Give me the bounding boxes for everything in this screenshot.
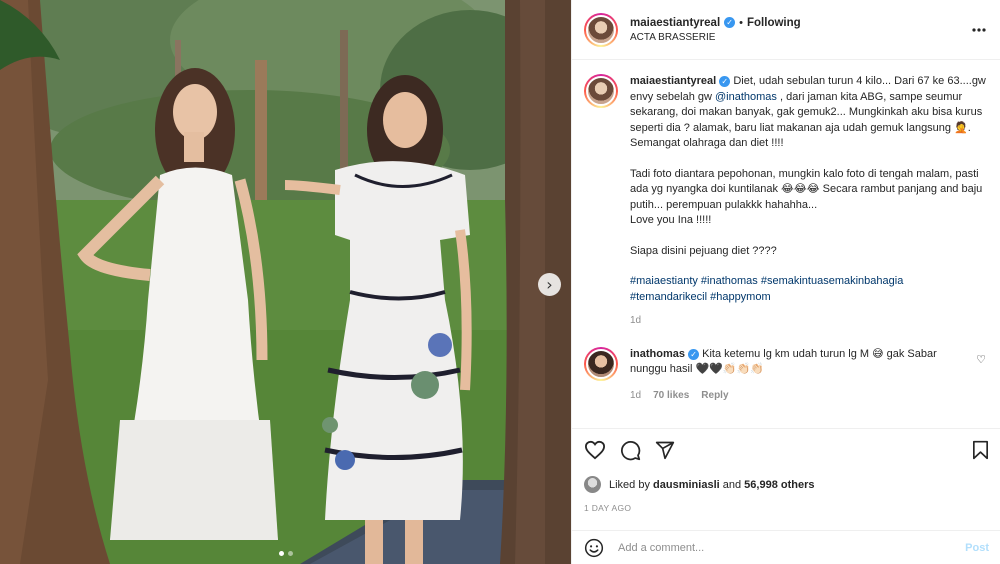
avatar[interactable] (584, 476, 601, 493)
caption-text-3: Siapa disini pejuang diet ???? (630, 244, 777, 257)
caption-comment: maiaestiantyreal ✓ Diet, udah sebulan tu… (584, 74, 986, 329)
more-horizontal-icon[interactable] (972, 27, 986, 32)
comment-item: inathomas ✓ Kita ketemu lg km udah turun… (584, 346, 986, 404)
bookmark-icon[interactable] (972, 440, 989, 460)
avatar[interactable] (584, 12, 618, 47)
liked-by-count[interactable]: 56,998 others (744, 479, 814, 491)
emoji-icon[interactable] (584, 538, 604, 558)
separator-dot: • (739, 16, 743, 29)
comment-input[interactable] (618, 541, 966, 554)
header-username[interactable]: maiaestiantyreal (630, 17, 720, 29)
post-actions: Liked by dausminiasli and 56,998 others … (572, 428, 1000, 513)
add-comment-bar: Post (572, 530, 1000, 564)
caption-username[interactable]: maiaestiantyreal (630, 75, 716, 87)
liked-by-user[interactable]: dausminiasli (653, 479, 720, 491)
caption-timestamp[interactable]: 1d (630, 313, 641, 329)
share-icon[interactable] (655, 440, 675, 460)
avatar[interactable] (584, 346, 618, 381)
hashtags-line-1[interactable]: #maiaestianty #inathomas #semakintuasema… (630, 275, 903, 287)
photo-scene (0, 0, 571, 564)
instagram-post: › maiaestiantyreal ✓ • Following ACTA BR… (0, 0, 1000, 564)
post-photo[interactable]: › (0, 0, 571, 564)
comment-username[interactable]: inathomas (630, 348, 685, 360)
caption-text-2b: Love you Ina !!!!! (630, 214, 712, 226)
comments-section: maiaestiantyreal ✓ Diet, udah sebulan tu… (572, 60, 1000, 428)
following-button[interactable]: Following (747, 17, 801, 29)
reply-button[interactable]: Reply (701, 388, 728, 404)
post-date[interactable]: 1 DAY AGO (584, 503, 989, 513)
comment-likes[interactable]: 70 likes (653, 388, 689, 404)
chevron-right-icon: › (546, 274, 553, 294)
verified-badge-icon: ✓ (724, 17, 736, 28)
mention-link[interactable]: @inathomas (715, 91, 777, 103)
heart-icon[interactable] (584, 440, 606, 460)
post-comment-button[interactable]: Post (965, 542, 989, 554)
carousel-dot-active (278, 551, 284, 556)
carousel-dot (287, 551, 293, 556)
post-location[interactable]: ACTA BRASSERIE (630, 32, 972, 43)
likes-summary: Liked by dausminiasli and 56,998 others (584, 476, 989, 493)
post-side-panel: maiaestiantyreal ✓ • Following ACTA BRAS… (571, 0, 1000, 564)
liked-by-mid: and (722, 478, 742, 491)
avatar[interactable] (584, 74, 618, 108)
carousel-indicator (0, 551, 571, 556)
post-header: maiaestiantyreal ✓ • Following ACTA BRAS… (572, 0, 1000, 60)
caption-text-2a: Tadi foto diantara pepohonan, mungkin ka… (630, 167, 983, 211)
verified-badge-icon: ✓ (688, 348, 700, 360)
liked-by-prefix: Liked by (609, 478, 650, 491)
comment-like-heart-icon[interactable]: ♡ (976, 353, 986, 404)
comment-icon[interactable] (620, 440, 641, 461)
verified-badge-icon: ✓ (719, 76, 731, 87)
comment-timestamp[interactable]: 1d (630, 388, 641, 404)
carousel-next-button[interactable]: › (538, 273, 561, 296)
hashtags-line-2[interactable]: #temandarikecil #happymom (630, 291, 771, 303)
